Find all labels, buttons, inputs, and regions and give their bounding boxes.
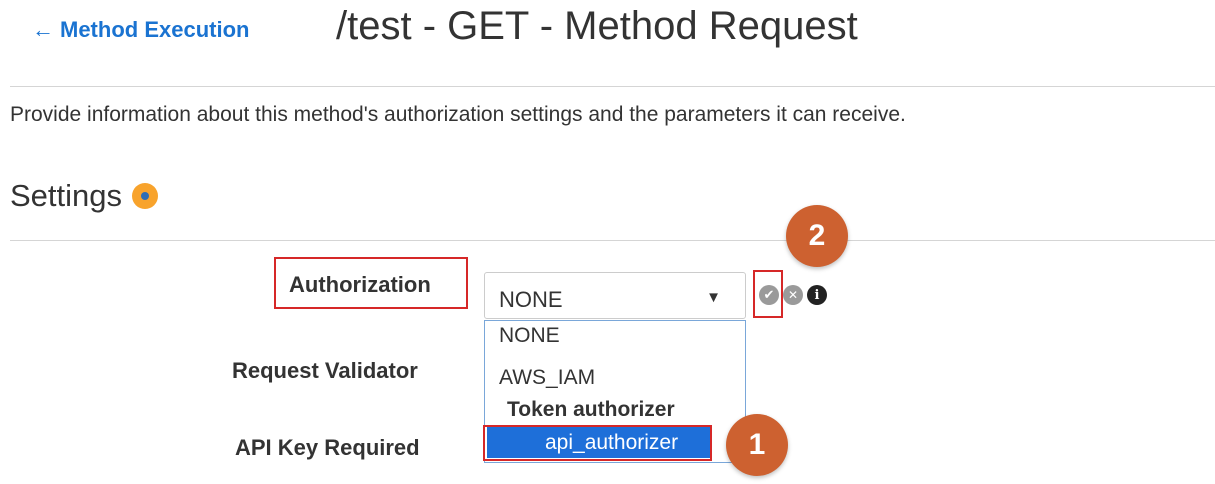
settings-status-dot-icon — [132, 183, 159, 209]
page-header: ← Method Execution /test - GET - Method R… — [0, 0, 1215, 70]
cancel-icon[interactable]: ✕ — [783, 285, 803, 305]
dropdown-group-token-authorizer: Token authorizer — [507, 398, 675, 421]
step-2-badge: 2 — [786, 205, 848, 267]
info-icon[interactable]: i — [807, 285, 827, 305]
page-description: Provide information about this method's … — [10, 103, 906, 126]
api-key-required-label: API Key Required — [235, 435, 420, 460]
page-title: /test - GET - Method Request — [336, 4, 858, 48]
authorization-select[interactable]: NONE ▼ — [484, 272, 746, 319]
settings-divider — [10, 240, 1215, 241]
dropdown-option-none[interactable]: NONE — [499, 324, 560, 348]
confirm-icon-highlight — [753, 270, 783, 318]
authorization-select-value: NONE — [499, 287, 563, 312]
request-validator-label: Request Validator — [232, 358, 418, 383]
back-to-method-execution-link[interactable]: ← Method Execution — [32, 17, 249, 43]
back-link-label: Method Execution — [60, 17, 250, 42]
settings-heading: Settings — [10, 178, 159, 214]
dropdown-option-aws-iam[interactable]: AWS_IAM — [499, 366, 595, 390]
step-1-badge: 1 — [726, 414, 788, 476]
api-authorizer-highlight — [483, 425, 712, 461]
settings-heading-label: Settings — [10, 178, 123, 213]
chevron-down-icon: ▼ — [706, 289, 721, 306]
header-divider — [10, 86, 1215, 87]
authorization-label: Authorization — [289, 272, 431, 297]
back-arrow-icon: ← — [32, 17, 54, 42]
